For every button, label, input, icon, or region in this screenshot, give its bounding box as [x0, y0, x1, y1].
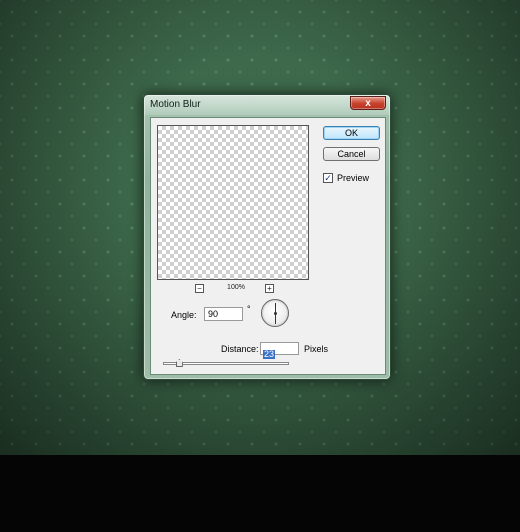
cancel-button[interactable]: Cancel: [323, 147, 380, 161]
bottom-black-band: [0, 455, 520, 532]
pixels-unit-label: Pixels: [304, 344, 329, 354]
close-icon: x: [365, 97, 371, 109]
title-bar[interactable]: Motion Blur x: [144, 95, 390, 115]
close-button[interactable]: x: [350, 96, 386, 110]
angle-input[interactable]: [204, 307, 243, 321]
angle-dial-center: [274, 312, 277, 315]
dialog-content: − 100% + OK Cancel ✓ Preview Angle: ° Di…: [150, 117, 386, 375]
zoom-level: 100%: [227, 284, 245, 291]
distance-input[interactable]: 23: [260, 342, 299, 359]
preview-label: Preview: [337, 173, 370, 183]
ok-button[interactable]: OK: [323, 126, 380, 140]
distance-label: Distance:: [221, 344, 259, 354]
motion-blur-dialog: Motion Blur x − 100% + OK Cancel ✓ Previ…: [143, 94, 391, 380]
distance-slider-thumb[interactable]: [175, 359, 183, 367]
angle-label: Angle:: [171, 310, 197, 320]
degree-symbol: °: [247, 304, 251, 314]
dialog-title: Motion Blur: [150, 99, 201, 110]
preview-checkbox-row[interactable]: ✓ Preview: [323, 173, 369, 183]
preview-checkbox[interactable]: ✓: [323, 173, 333, 183]
zoom-in-button[interactable]: +: [265, 284, 274, 293]
zoom-out-button[interactable]: −: [195, 284, 204, 293]
angle-dial[interactable]: [261, 299, 289, 327]
distance-value: 23: [263, 349, 276, 359]
preview-canvas[interactable]: [157, 125, 309, 280]
